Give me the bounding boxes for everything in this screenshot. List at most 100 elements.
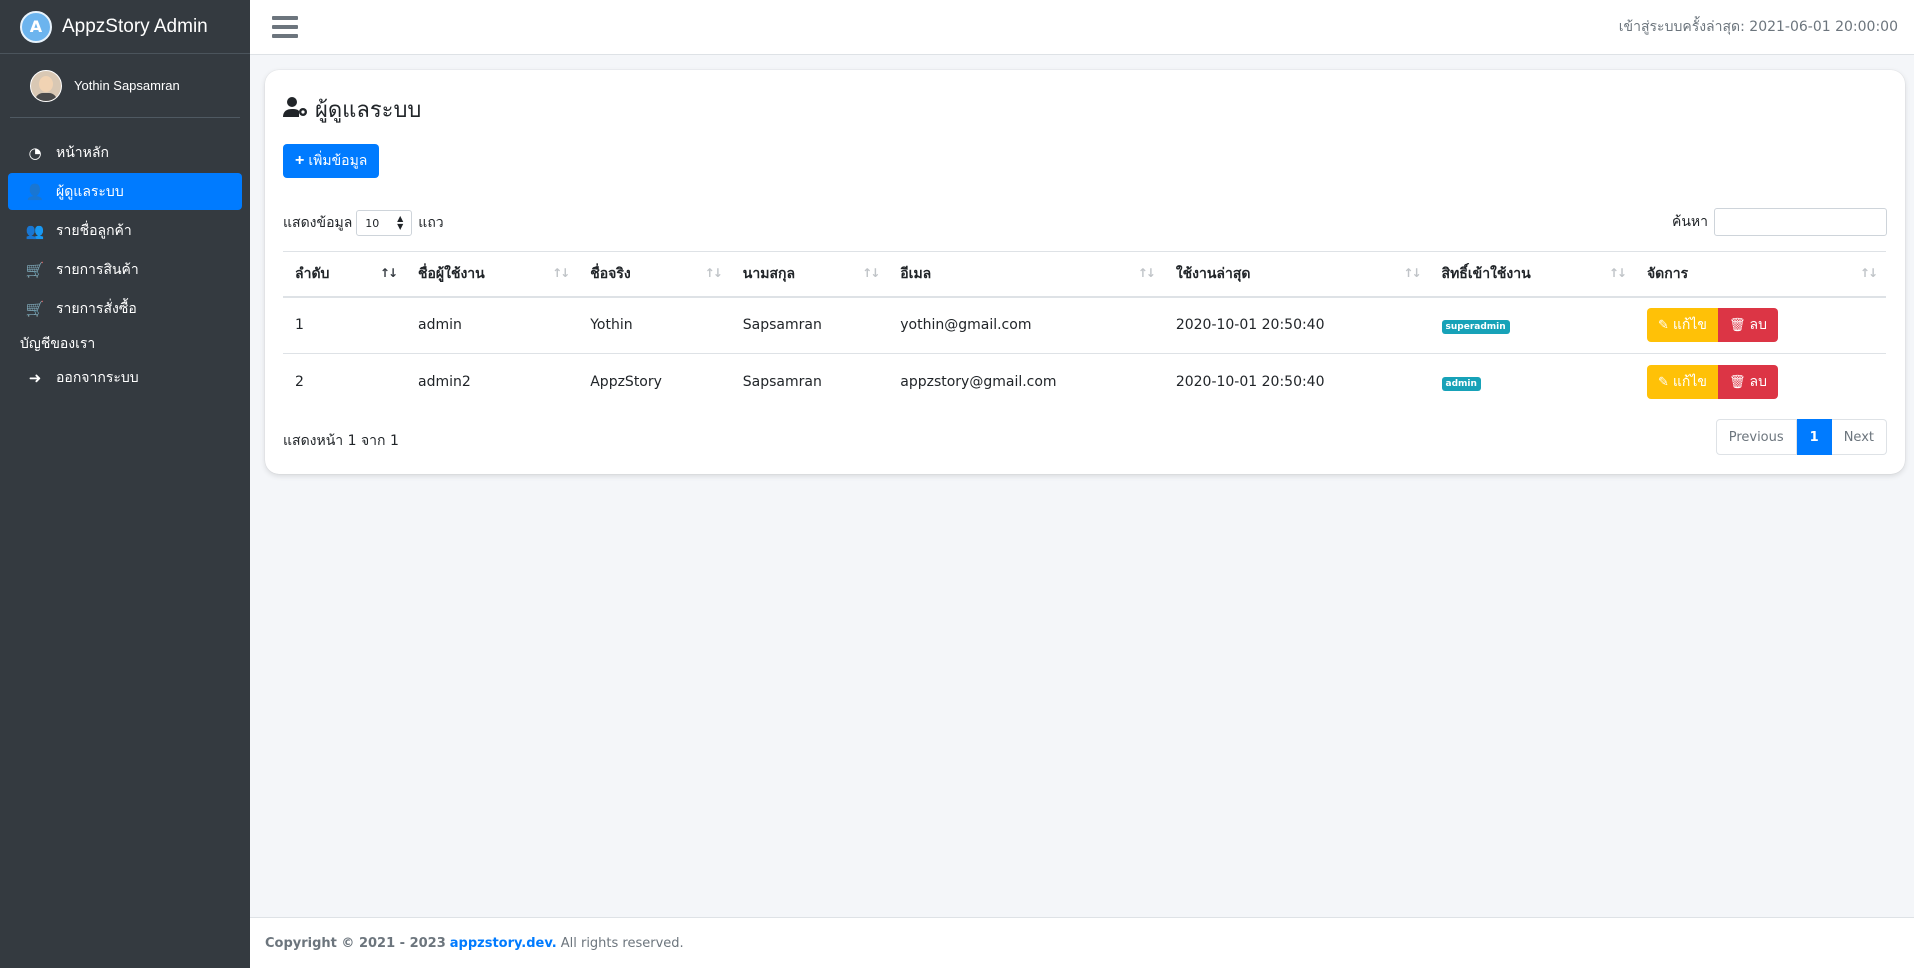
admin-table: ลำดับ ↑↓ ชื่อผู้ใช้งาน ↑↓ ชื่อจริง ↑↓ นามสก… (283, 251, 1886, 411)
add-data-label: เพิ่มข้อมูล (308, 152, 368, 168)
table-row: 2 admin2 AppzStory Sapsamran appzstory@g… (283, 353, 1886, 411)
topbar: เข้าสู่ระบบครั้งล่าสุด: 2021-06-01 20:00… (250, 0, 1914, 55)
sidebar-item-orders[interactable]: 🛒 รายการสั่งซื้อ (8, 290, 242, 327)
sidebar-item-customers[interactable]: 👥 รายชื่อลูกค้า (8, 212, 242, 249)
last-login-text: เข้าสู่ระบบครั้งล่าสุด: 2021-06-01 20:00… (1618, 19, 1898, 35)
column-header-role[interactable]: สิทธิ์เข้าใช้งาน ↑↓ (1429, 251, 1635, 298)
pagination-previous[interactable]: Previous (1715, 419, 1797, 455)
page-title-text: ผู้ดูแลระบบ (315, 98, 422, 123)
sidebar-item-admins[interactable]: 👤 ผู้ดูแลระบบ (8, 173, 242, 210)
admin-card: ผู้ดูแลระบบ + เพิ่มข้อมูล แสดงข้อมูล 10 … (265, 70, 1905, 474)
role-badge: admin (1441, 376, 1481, 391)
pagination-next[interactable]: Next (1831, 419, 1887, 455)
cell-firstname: AppzStory (578, 353, 731, 411)
cell-email: yothin@gmail.com (888, 296, 1164, 354)
sidebar-item-label: ผู้ดูแลระบบ (56, 183, 124, 200)
cell-lastname: Sapsamran (730, 353, 889, 411)
sort-icon: ↑↓ (1859, 266, 1878, 280)
search-control: ค้นหา (1672, 208, 1887, 236)
column-label: ใช้งานล่าสุด (1175, 265, 1251, 282)
column-header-username[interactable]: ชื่อผู้ใช้งาน ↑↓ (406, 251, 579, 298)
user-cog-icon (283, 96, 309, 124)
user-cog-icon: 👤 (25, 182, 45, 201)
sort-icon: ↑↓ (862, 266, 880, 280)
delete-label: ลบ (1749, 317, 1767, 334)
page-title: ผู้ดูแลระบบ (283, 92, 421, 127)
sort-icon: ↑↓ (704, 266, 723, 280)
cell-last-used: 2020-10-01 20:50:40 (1163, 296, 1430, 354)
cell-email: appzstory@gmail.com (888, 353, 1164, 411)
edit-label: แก้ไข (1672, 374, 1707, 391)
trash-icon: 🗑 (1729, 317, 1746, 333)
brand-link[interactable]: A AppzStory Admin (0, 0, 250, 54)
length-prefix: แสดงข้อมูล (283, 215, 353, 231)
column-header-email[interactable]: อีเมล ↑↓ (888, 251, 1164, 298)
table-header-row: ลำดับ ↑↓ ชื่อผู้ใช้งาน ↑↓ ชื่อจริง ↑↓ นามสก… (283, 251, 1886, 298)
sidebar-item-label: รายการสั่งซื้อ (56, 300, 137, 317)
column-label: นามสกุล (742, 265, 796, 282)
users-icon: 👥 (25, 221, 45, 240)
shopping-cart-icon: 🛒 (25, 260, 45, 279)
select-arrows-icon: ▲ ▼ (397, 214, 404, 231)
cell-role: admin (1429, 353, 1635, 411)
sidebar-item-label: รายชื่อลูกค้า (56, 222, 132, 239)
footer-rights: All rights reserved. (560, 935, 684, 951)
sidebar-item-label: รายการสินค้า (56, 261, 139, 278)
page-length-select[interactable]: 10 ▲ ▼ (356, 210, 413, 236)
column-label: จัดการ (1646, 265, 1689, 282)
cell-no: 2 (283, 353, 407, 411)
edit-button[interactable]: ✎ แก้ไข (1646, 308, 1718, 343)
column-label: อีเมล (900, 265, 932, 282)
sidebar-item-label: ออกจากระบบ (56, 369, 139, 386)
sign-out-icon: ➜ (28, 368, 42, 387)
plus-icon: + (295, 152, 305, 169)
column-label: ลำดับ (295, 265, 330, 282)
search-input[interactable] (1714, 208, 1887, 236)
column-header-last-used[interactable]: ใช้งานล่าสุด ↑↓ (1163, 251, 1430, 298)
sidebar: A AppzStory Admin Yothin Sapsamran ◔ หน้… (0, 0, 250, 968)
cell-no: 1 (283, 296, 407, 354)
edit-icon: ✎ (1657, 374, 1669, 390)
user-name: Yothin Sapsamran (74, 78, 180, 93)
tachometer-icon: ◔ (28, 143, 42, 162)
delete-label: ลบ (1749, 374, 1767, 391)
sidebar-item-products[interactable]: 🛒 รายการสินค้า (8, 251, 242, 288)
cell-username: admin2 (406, 353, 579, 411)
column-label: ชื่อผู้ใช้งาน (418, 265, 485, 282)
column-header-firstname[interactable]: ชื่อจริง ↑↓ (578, 251, 731, 298)
cell-last-used: 2020-10-01 20:50:40 (1163, 353, 1430, 411)
column-header-actions[interactable]: จัดการ ↑↓ (1634, 251, 1886, 298)
avatar (30, 69, 62, 102)
footer: Copyright © 2021 - 2023 appzstory.dev. A… (250, 917, 1914, 968)
pagination-page-1[interactable]: 1 (1796, 419, 1832, 455)
footer-link[interactable]: appzstory.dev. (450, 936, 557, 951)
edit-icon: ✎ (1657, 317, 1669, 333)
sort-icon: ↑↓ (1403, 266, 1421, 280)
search-label: ค้นหา (1671, 214, 1708, 230)
cell-role: superadmin (1429, 296, 1635, 354)
delete-button[interactable]: 🗑 ลบ (1718, 365, 1778, 400)
sidebar-item-label: หน้าหลัก (56, 144, 109, 161)
add-data-button[interactable]: + เพิ่มข้อมูล (283, 144, 380, 178)
table-info: แสดงหน้า 1 จาก 1 (283, 433, 399, 449)
cell-lastname: Sapsamran (730, 296, 889, 354)
column-header-no[interactable]: ลำดับ ↑↓ (283, 251, 407, 298)
cell-actions: ✎ แก้ไข 🗑 ลบ (1634, 296, 1886, 354)
sort-asc-icon: ↑↓ (379, 266, 398, 280)
column-header-lastname[interactable]: นามสกุล ↑↓ (730, 251, 889, 298)
table-row: 1 admin Yothin Sapsamran yothin@gmail.co… (283, 296, 1886, 354)
sidebar-item-logout[interactable]: ➜ ออกจากระบบ (8, 359, 242, 396)
delete-button[interactable]: 🗑 ลบ (1718, 308, 1778, 343)
menu-toggle-icon[interactable] (272, 16, 298, 38)
sort-icon: ↑↓ (1137, 266, 1156, 280)
trash-icon: 🗑 (1729, 374, 1746, 390)
role-badge: superadmin (1441, 319, 1510, 334)
sidebar-nav: ◔ หน้าหลัก 👤 ผู้ดูแลระบบ 👥 รายชื่อลูกค้า… (0, 118, 250, 396)
brand-logo-icon: A (20, 10, 52, 43)
edit-label: แก้ไข (1672, 317, 1707, 334)
cell-firstname: Yothin (578, 296, 731, 354)
edit-button[interactable]: ✎ แก้ไข (1646, 365, 1718, 400)
cell-username: admin (406, 296, 579, 354)
sidebar-item-home[interactable]: ◔ หน้าหลัก (8, 134, 242, 171)
user-panel[interactable]: Yothin Sapsamran (10, 54, 240, 118)
